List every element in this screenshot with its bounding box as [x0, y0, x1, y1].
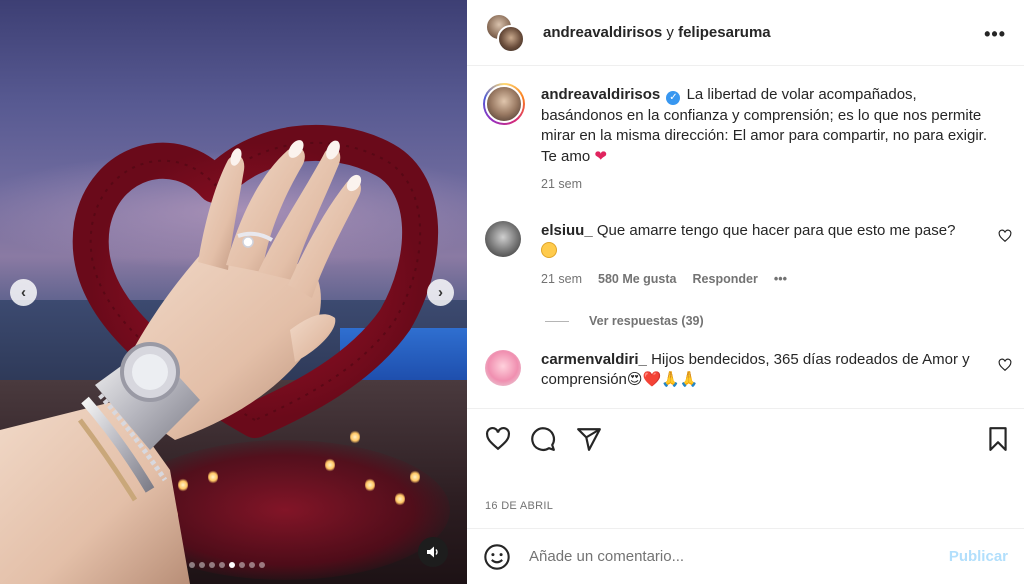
heart-outline-icon[interactable]: [998, 358, 1012, 372]
comment-username[interactable]: elsiuu_: [541, 222, 593, 239]
caption-username[interactable]: andreavaldirisos: [541, 86, 660, 103]
action-bar: [467, 408, 1024, 468]
caption-timestamp: 21 sem: [541, 177, 582, 191]
comment-bubble-icon[interactable]: [530, 426, 556, 452]
view-replies-button[interactable]: Ver respuestas (39): [545, 314, 1024, 328]
comment-likes[interactable]: 580 Me gusta: [598, 272, 677, 286]
comment-item: elsiuu_ Que amarre tengo que hacer para …: [467, 221, 1024, 286]
post-header: andreavaldirisos y felipesaruma •••: [467, 0, 1024, 66]
speaker-icon[interactable]: [418, 537, 448, 567]
bookmark-icon[interactable]: [985, 426, 1011, 452]
avatar[interactable]: [485, 221, 521, 257]
more-horizontal-icon[interactable]: •••: [984, 24, 1006, 45]
avatar-story-ring[interactable]: [483, 83, 525, 125]
post-authors: andreavaldirisos y felipesaruma: [543, 24, 771, 41]
comment-text: Que amarre tengo que hacer para que esto…: [596, 222, 956, 239]
comment-text-block: elsiuu_ Que amarre tengo que hacer para …: [541, 221, 974, 261]
carousel-dot: [249, 562, 255, 568]
author-link[interactable]: felipesaruma: [678, 24, 771, 41]
view-replies-label[interactable]: Ver respuestas (39): [589, 314, 704, 328]
comment-input[interactable]: [529, 548, 939, 565]
heart-emoji: ❤: [594, 147, 607, 165]
collab-avatars[interactable]: [485, 12, 525, 53]
carousel-dot: [199, 562, 205, 568]
heart-outline-icon[interactable]: [998, 229, 1012, 243]
replies-divider: [545, 320, 569, 322]
carousel-dot: [219, 562, 225, 568]
comment-timestamp: 21 sem: [541, 272, 582, 286]
carousel-dots: [189, 562, 265, 568]
carousel-dot-active: [229, 562, 235, 568]
reply-button[interactable]: Responder: [693, 272, 758, 286]
avatar[interactable]: [497, 24, 525, 53]
post-media[interactable]: ‹ ›: [0, 0, 467, 584]
chevron-right-icon[interactable]: ›: [427, 279, 454, 306]
heart-outline-icon[interactable]: [485, 426, 511, 452]
post-caption: andreavaldirisos ✓ La libertad de volar …: [467, 67, 1024, 191]
smiley-icon[interactable]: [483, 543, 511, 571]
sad-face-emoji: [541, 242, 557, 258]
add-comment-bar: Publicar: [467, 528, 1024, 584]
comment-emojis: 😍❤️🙏🙏: [626, 371, 699, 388]
hand-with-ring-image: [0, 140, 362, 584]
comment-meta: 21 sem 580 Me gusta Responder •••: [541, 272, 974, 286]
publish-button[interactable]: Publicar: [949, 548, 1008, 565]
caption-text-line2: Te amo: [541, 147, 591, 165]
avatar[interactable]: [485, 350, 521, 386]
avatar[interactable]: [485, 85, 523, 123]
carousel-dot: [239, 562, 245, 568]
chevron-left-icon[interactable]: ‹: [10, 279, 37, 306]
post-date[interactable]: 16 DE ABRIL: [485, 500, 553, 512]
paper-plane-icon[interactable]: [576, 426, 602, 452]
carousel-dot: [259, 562, 265, 568]
comment-options-icon[interactable]: •••: [774, 272, 787, 286]
comment-text-block: carmenvaldiri_ Hijos bendecidos, 365 día…: [541, 350, 974, 390]
author-link[interactable]: andreavaldirisos: [543, 24, 662, 41]
carousel-dot: [189, 562, 195, 568]
comment-item: carmenvaldiri_ Hijos bendecidos, 365 día…: [467, 350, 1024, 390]
verified-badge-icon: ✓: [666, 91, 681, 105]
caption-text-block: andreavaldirisos ✓ La libertad de volar …: [541, 85, 994, 167]
post-details-panel: andreavaldirisos y felipesaruma ••• andr…: [467, 0, 1024, 584]
comments-section[interactable]: andreavaldirisos ✓ La libertad de volar …: [467, 67, 1024, 408]
carousel-dot: [209, 562, 215, 568]
authors-joiner: y: [666, 24, 674, 41]
comment-username[interactable]: carmenvaldiri_: [541, 351, 647, 368]
